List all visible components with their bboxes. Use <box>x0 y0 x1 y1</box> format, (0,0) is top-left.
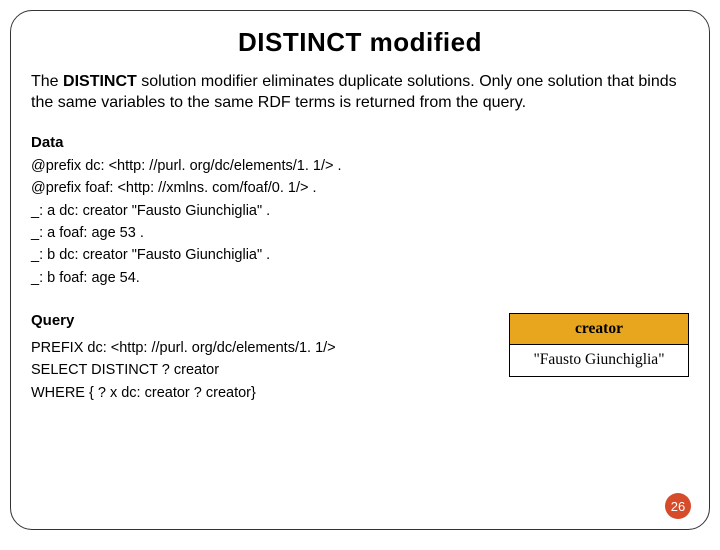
intro-paragraph: The DISTINCT solution modifier eliminate… <box>31 72 689 114</box>
data-line: _: a foaf: age 53 . <box>31 222 689 244</box>
data-line: @prefix dc: <http: //purl. org/dc/elemen… <box>31 155 689 177</box>
data-line: _: b foaf: age 54. <box>31 267 689 289</box>
result-table: creator "Fausto Giunchiglia" <box>509 313 689 377</box>
data-line: _: b dc: creator "Fausto Giunchiglia" . <box>31 244 689 266</box>
data-block: @prefix dc: <http: //purl. org/dc/elemen… <box>31 155 689 290</box>
query-label: Query <box>31 309 481 332</box>
slide-frame: DISTINCT modified The DISTINCT solution … <box>10 10 710 530</box>
lower-row: Query PREFIX dc: <http: //purl. org/dc/e… <box>31 309 689 404</box>
query-line: WHERE { ? x dc: creator ? creator} <box>31 382 481 404</box>
page-number-badge: 26 <box>665 493 691 519</box>
intro-keyword: DISTINCT <box>63 73 137 90</box>
result-cell: "Fausto Giunchiglia" <box>510 345 689 377</box>
intro-prefix: The <box>31 73 63 90</box>
query-line: SELECT DISTINCT ? creator <box>31 359 481 381</box>
data-line: @prefix foaf: <http: //xmlns. com/foaf/0… <box>31 177 689 199</box>
data-line: _: a dc: creator "Fausto Giunchiglia" . <box>31 200 689 222</box>
data-label: Data <box>31 134 689 151</box>
page-number: 26 <box>671 499 685 514</box>
result-header: creator <box>510 314 689 345</box>
query-block: Query PREFIX dc: <http: //purl. org/dc/e… <box>31 309 481 404</box>
slide-title: DISTINCT modified <box>31 27 689 58</box>
query-line: PREFIX dc: <http: //purl. org/dc/element… <box>31 337 481 359</box>
